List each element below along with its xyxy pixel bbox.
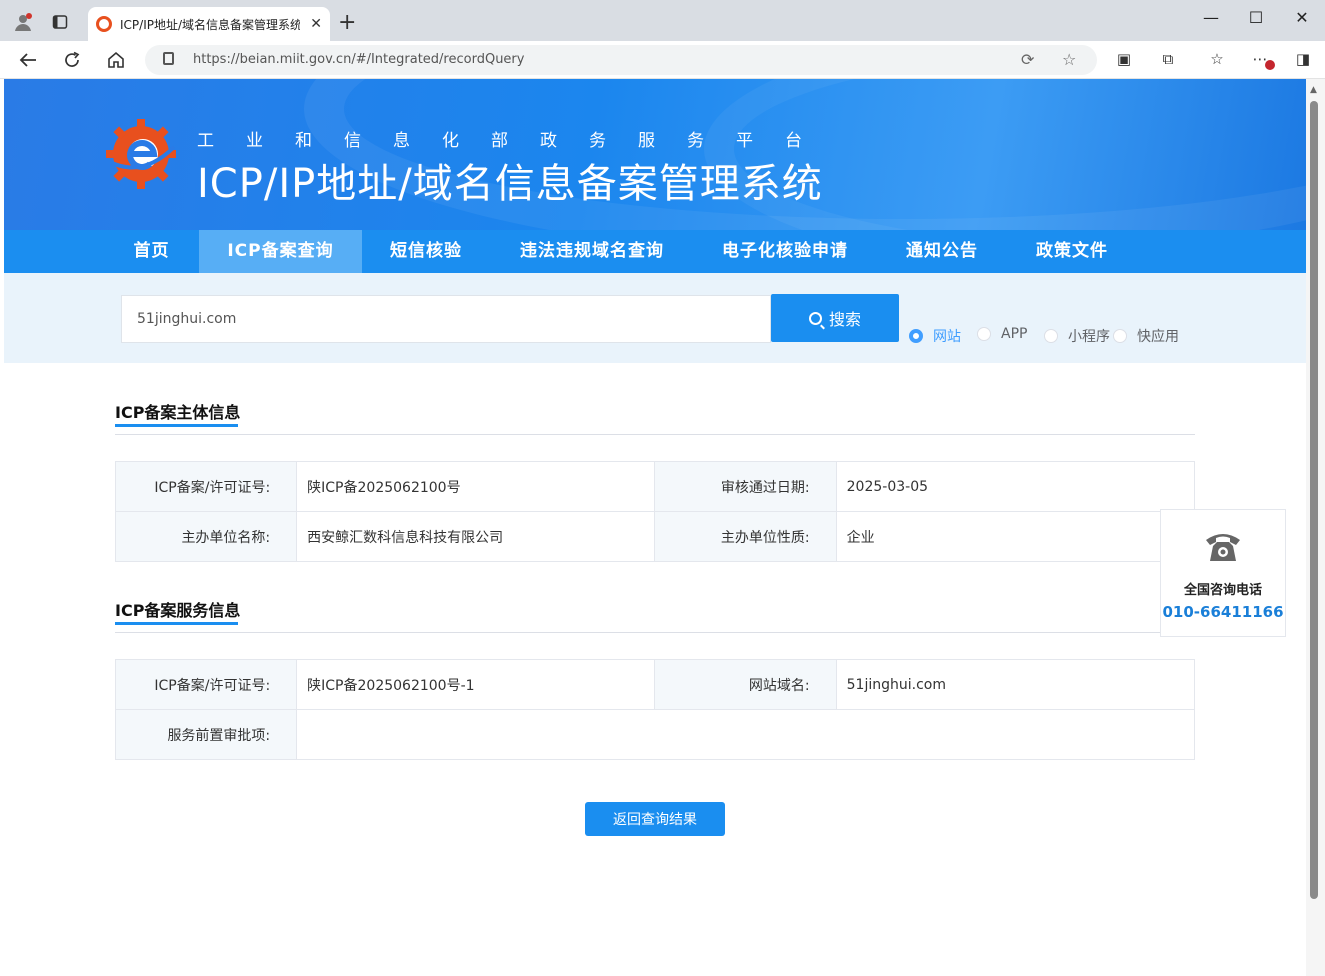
domain-value: 51jinghui.com	[835, 659, 1196, 710]
radio-mini-program-label: 小程序	[1068, 329, 1110, 345]
pre-approval-label: 服务前置审批项:	[114, 709, 298, 760]
favorites-list-icon[interactable]: ☆	[1206, 50, 1228, 68]
minimize-icon[interactable]: —	[1196, 8, 1226, 27]
table-row: 服务前置审批项:	[114, 709, 1195, 760]
home-icon[interactable]	[103, 48, 129, 72]
scroll-thumb[interactable]	[1310, 101, 1318, 899]
org-name-value: 西安鲸汇数科信息科技有限公司	[296, 511, 656, 562]
license-label: ICP备案/许可证号:	[114, 461, 298, 512]
service-info-table: ICP备案/许可证号: 陕ICP备2025062100号-1 网站域名: 51j…	[114, 659, 1196, 760]
service-license-label: ICP备案/许可证号:	[114, 659, 298, 710]
refresh-icon[interactable]	[59, 48, 85, 72]
radio-dot-icon	[909, 329, 923, 343]
tab-title: ICP/IP地址/域名信息备案管理系统	[120, 17, 300, 32]
radio-dot-icon	[977, 327, 991, 341]
browser-tab-bar: ICP/IP地址/域名信息备案管理系统 ✕ + — ☐ ✕	[0, 0, 1325, 41]
back-arrow-icon[interactable]	[15, 48, 41, 72]
approval-date-label: 审核通过日期:	[654, 461, 837, 512]
radio-quick-app-label: 快应用	[1137, 329, 1179, 345]
org-name-label: 主办单位名称:	[114, 511, 298, 562]
domain-label: 网站域名:	[654, 659, 837, 710]
radio-mini-program[interactable]: 小程序	[1044, 326, 1110, 346]
radio-website-label: 网站	[933, 329, 961, 345]
back-to-results-button[interactable]: 返回查询结果	[585, 802, 725, 836]
radio-dot-icon	[1044, 329, 1058, 343]
search-button[interactable]: 搜索	[771, 294, 899, 342]
search-input[interactable]: 51jinghui.com	[121, 295, 771, 343]
nav-icp-query[interactable]: ICP备案查询	[199, 230, 362, 273]
extension-icon[interactable]: ▣	[1113, 50, 1135, 68]
header-banner: 工业和信息化部政务服务平台 ICP/IP地址/域名信息备案管理系统	[4, 79, 1306, 230]
nav-announcements[interactable]: 通知公告	[892, 230, 992, 273]
section-title-service: ICP备案服务信息	[115, 601, 241, 620]
table-row: ICP备案/许可证号: 陕ICP备2025062100号-1 网站域名: 51j…	[114, 659, 1196, 710]
main-nav: 首页 ICP备案查询 短信核验 违法违规域名查询 电子化核验申请 通知公告 政策…	[4, 230, 1306, 273]
telephone-icon	[1206, 534, 1240, 561]
table-row: ICP备案/许可证号: 陕ICP备2025062100号 审核通过日期: 202…	[114, 461, 1196, 512]
org-type-label: 主办单位性质:	[654, 511, 837, 562]
nav-policy-docs[interactable]: 政策文件	[1022, 230, 1122, 273]
miit-logo-icon	[106, 119, 176, 189]
table-row: 主办单位名称: 西安鲸汇数科信息科技有限公司 主办单位性质: 企业	[114, 511, 1196, 562]
translate-icon[interactable]: ⟳	[1021, 50, 1034, 69]
nav-sms-verify[interactable]: 短信核验	[376, 230, 476, 273]
nav-e-verify-apply[interactable]: 电子化核验申请	[712, 230, 858, 273]
sidebar-toggle-icon[interactable]: ◨	[1292, 50, 1314, 68]
hotline-widget: 全国咨询电话 010-66411166	[1160, 509, 1286, 637]
vertical-scrollbar[interactable]: ▲	[1306, 79, 1325, 976]
new-tab-icon[interactable]: +	[338, 10, 356, 35]
hotline-label: 全国咨询电话	[1183, 583, 1262, 598]
service-license-value: 陕ICP备2025062100号-1	[296, 659, 656, 710]
radio-app[interactable]: APP	[977, 326, 1027, 342]
radio-app-label: APP	[1001, 326, 1028, 342]
scroll-up-arrow-icon[interactable]: ▲	[1310, 85, 1317, 95]
radio-quick-app[interactable]: 快应用	[1113, 326, 1179, 346]
org-type-value: 企业	[835, 511, 1196, 562]
pre-approval-value	[296, 709, 1195, 760]
maximize-icon[interactable]: ☐	[1241, 8, 1271, 27]
notification-badge	[1265, 60, 1275, 70]
window-close-icon[interactable]: ✕	[1287, 8, 1317, 27]
license-value: 陕ICP备2025062100号	[296, 461, 656, 512]
search-icon	[808, 311, 822, 325]
section-title-subject: ICP备案主体信息	[115, 403, 241, 422]
banner-subtitle: 工业和信息化部政务服务平台	[197, 131, 834, 151]
address-bar-row: https://beian.miit.gov.cn/#/Integrated/r…	[0, 41, 1325, 79]
section-divider	[115, 434, 1195, 435]
profile-icon[interactable]	[10, 9, 36, 35]
url-field[interactable]: https://beian.miit.gov.cn/#/Integrated/r…	[145, 45, 1097, 75]
section-underline	[115, 424, 238, 427]
search-button-label: 搜索	[828, 310, 861, 329]
nav-home[interactable]: 首页	[119, 230, 184, 273]
section-underline	[115, 622, 238, 625]
section-divider	[115, 632, 1195, 633]
tab-close-icon[interactable]: ✕	[310, 16, 322, 32]
radio-website[interactable]: 网站	[909, 326, 961, 346]
page-viewport: 工业和信息化部政务服务平台 ICP/IP地址/域名信息备案管理系统 首页 ICP…	[4, 79, 1306, 976]
hotline-number: 010-66411166	[1162, 603, 1284, 621]
nav-illegal-domain-query[interactable]: 违法违规域名查询	[508, 230, 676, 273]
subject-info-table: ICP备案/许可证号: 陕ICP备2025062100号 审核通过日期: 202…	[114, 461, 1196, 562]
browser-tab[interactable]: ICP/IP地址/域名信息备案管理系统 ✕	[88, 7, 330, 41]
collections-icon[interactable]: ⧉	[1157, 50, 1179, 68]
site-favicon-icon	[96, 16, 112, 32]
favorite-star-icon[interactable]: ☆	[1062, 50, 1076, 69]
approval-date-value: 2025-03-05	[835, 461, 1196, 512]
page-title: ICP/IP地址/域名信息备案管理系统	[197, 161, 823, 207]
url-text[interactable]: https://beian.miit.gov.cn/#/Integrated/r…	[193, 52, 524, 67]
search-area: 51jinghui.com 搜索 网站 APP 小程序 快应用	[4, 273, 1306, 363]
radio-dot-icon	[1113, 329, 1127, 343]
lock-icon[interactable]	[163, 52, 174, 65]
tab-actions-icon[interactable]	[47, 9, 73, 35]
